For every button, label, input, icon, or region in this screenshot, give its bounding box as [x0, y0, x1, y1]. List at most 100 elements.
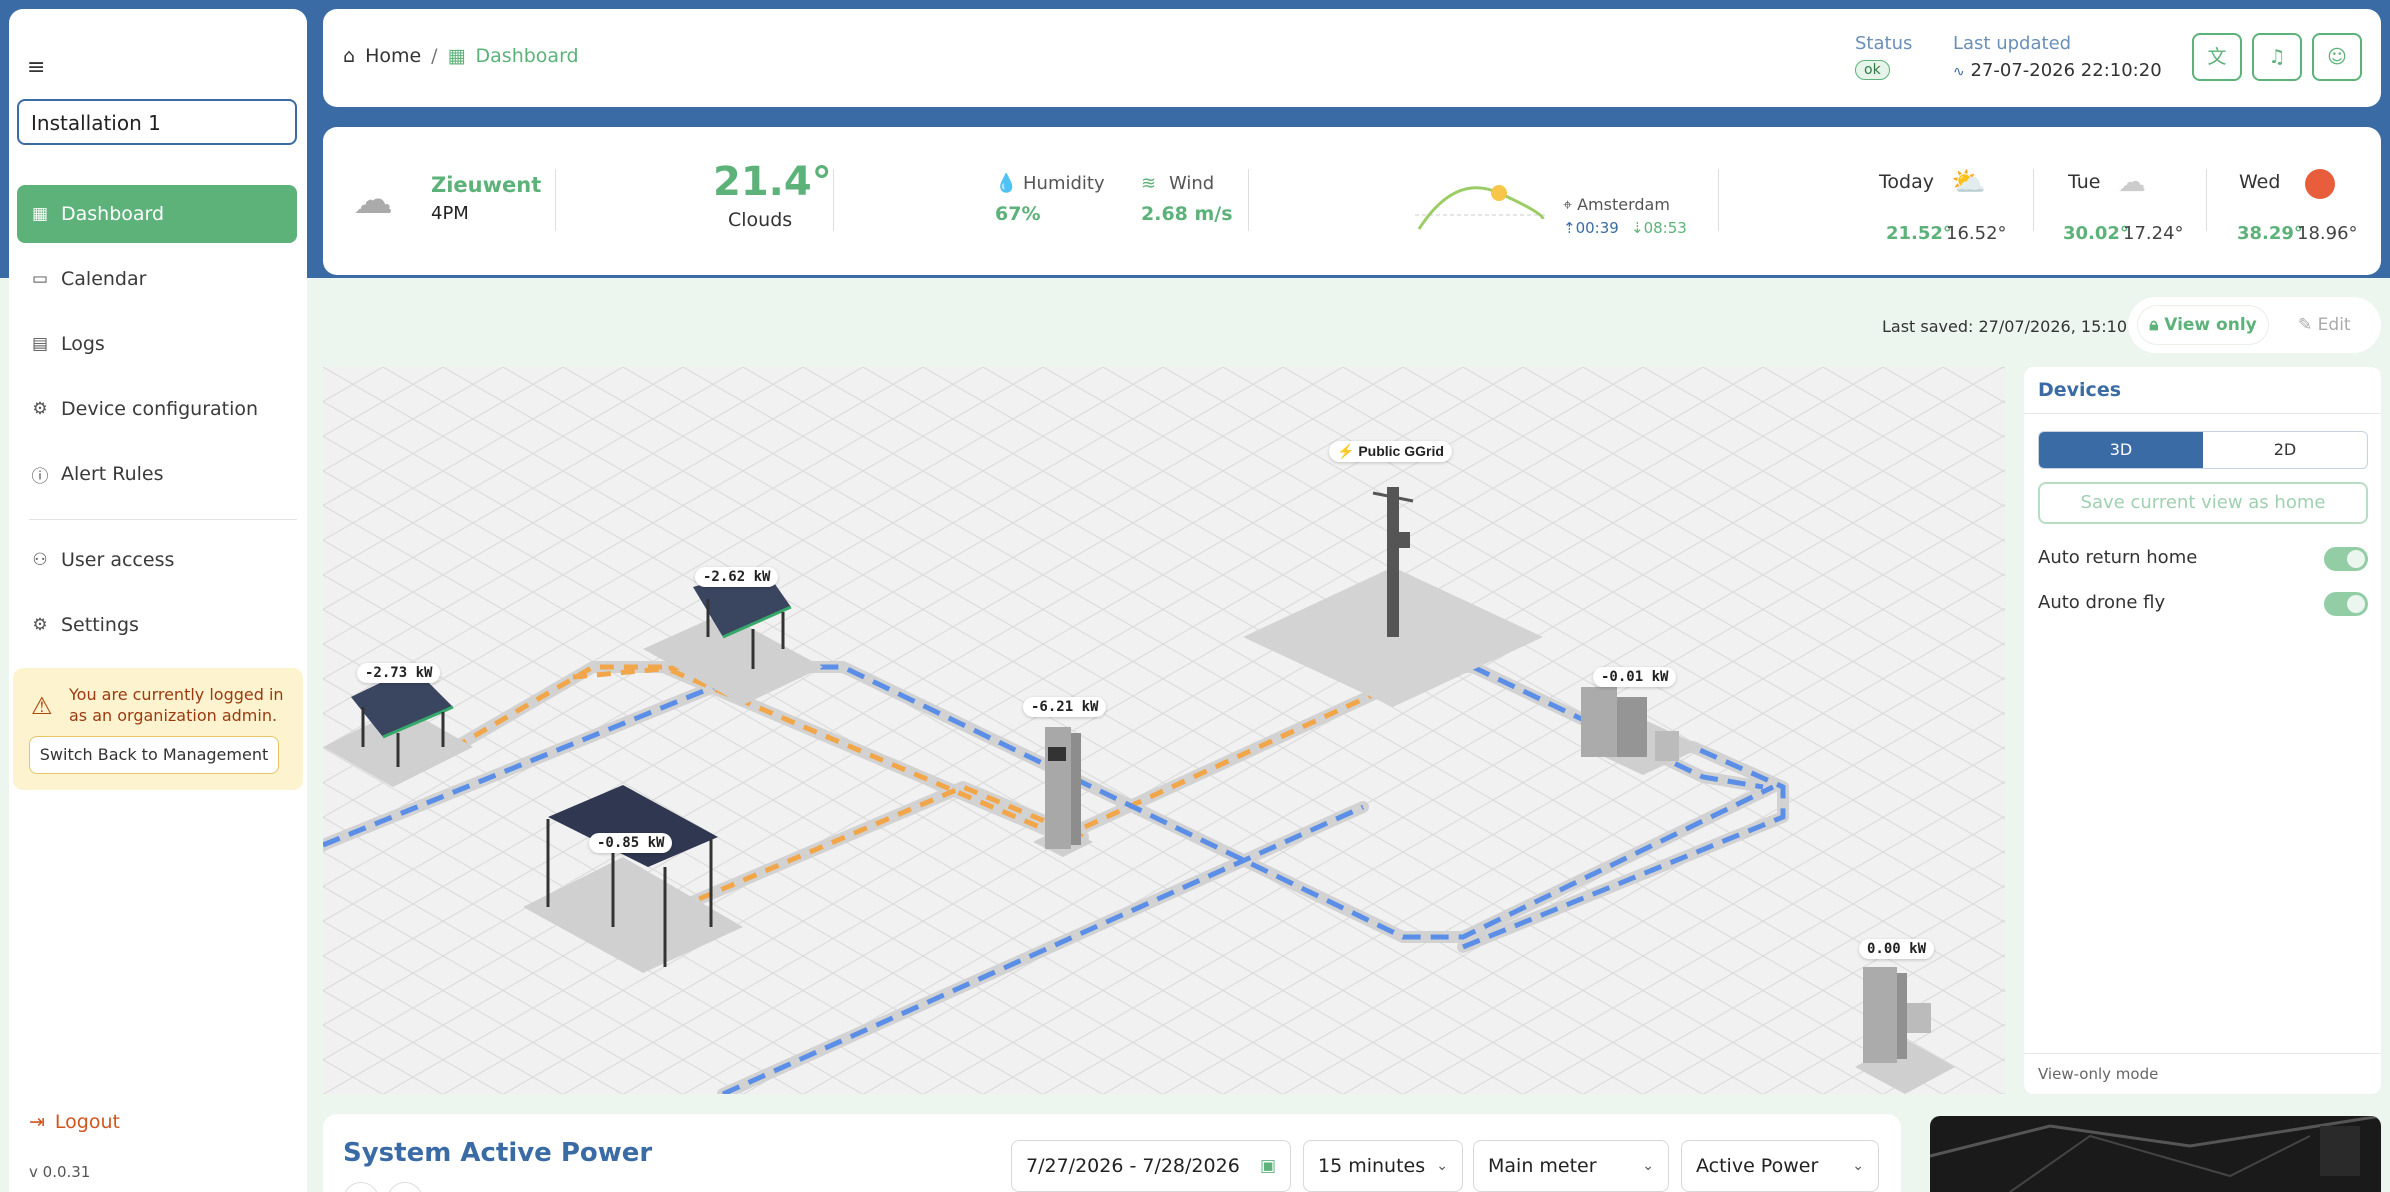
calendar-icon: ▣: [1259, 1156, 1276, 1176]
logout-icon: ⇥: [29, 1111, 45, 1133]
power-title: System Active Power: [343, 1138, 653, 1168]
interval-select[interactable]: 15 minutes ⌄: [1303, 1140, 1463, 1192]
power-label[interactable]: 0.00 kW: [1859, 939, 1935, 959]
auto-return-toggle[interactable]: [2324, 547, 2368, 571]
humidity-value: 67%: [995, 203, 1041, 225]
forecast-low: 18.96°: [2297, 223, 2358, 244]
sun-city-name: Amsterdam: [1577, 195, 1670, 214]
sun-icon: [2305, 169, 2335, 199]
sidebar-item-logs[interactable]: ▤ Logs: [17, 315, 297, 373]
breadcrumb-grid-icon: ▦: [447, 45, 466, 67]
metric-select[interactable]: Active Power ⌄: [1681, 1140, 1879, 1192]
divider: [833, 169, 834, 231]
grid-label[interactable]: ⚡ Public GGrid: [1329, 441, 1452, 462]
weather-temperature: 21.4°: [713, 159, 832, 205]
switch-back-button[interactable]: Switch Back to Management: [29, 736, 279, 774]
forecast-low: 16.52°: [1946, 223, 2007, 244]
save-home-button[interactable]: Save current view as home: [2038, 482, 2368, 524]
translate-button[interactable]: 文: [2192, 33, 2242, 81]
translate-icon: 文: [2207, 46, 2227, 68]
sidebar-item-label: User access: [61, 549, 175, 571]
humidity-label: Humidity: [1023, 173, 1105, 194]
sidebar-divider: [29, 519, 297, 520]
sidebar-item-alert-rules[interactable]: ⓘ Alert Rules: [17, 445, 297, 503]
ground-grid: [323, 367, 2005, 1094]
forecast-high: 21.52°: [1886, 223, 1952, 244]
divider: [1248, 169, 1249, 231]
breadcrumb-home[interactable]: Home: [365, 45, 421, 67]
satellite-minimap[interactable]: [1930, 1116, 2381, 1192]
divider: [2033, 169, 2034, 231]
sidebar-item-label: Dashboard: [61, 203, 165, 225]
cloud-icon: ☁: [2118, 165, 2146, 198]
mode-toggle: 🔒︎ View only ✎ Edit: [2128, 297, 2381, 353]
power-label[interactable]: -0.85 kW: [589, 833, 673, 853]
weather-time: 4PM: [431, 203, 469, 224]
notifications-button[interactable]: ♫: [2252, 33, 2302, 81]
breadcrumb-current: Dashboard: [475, 45, 579, 67]
divider: [2024, 413, 2381, 414]
3d-scene-viewport[interactable]: ⚡ Public GGrid -2.73 kW -2.62 kW -0.85 k…: [323, 367, 2005, 1094]
view-3d-button[interactable]: 3D: [2039, 432, 2203, 468]
power-label[interactable]: -2.73 kW: [357, 663, 441, 683]
view-only-button[interactable]: 🔒︎ View only: [2138, 306, 2268, 344]
divider: [1718, 169, 1719, 231]
zoom-out-button[interactable]: [343, 1182, 379, 1192]
hamburger-menu-icon[interactable]: ≡: [27, 55, 45, 80]
users-icon: ⚇: [32, 550, 48, 570]
power-label[interactable]: -6.21 kW: [1023, 697, 1107, 717]
power-label[interactable]: -2.62 kW: [695, 567, 779, 587]
last-updated-value: ∿ 27-07-2026 22:10:20: [1953, 60, 2162, 81]
sidebar-item-user-access[interactable]: ⚇ User access: [17, 531, 297, 589]
breadcrumb-separator: /: [431, 45, 438, 67]
meter-select[interactable]: Main meter ⌄: [1473, 1140, 1669, 1192]
sidebar-item-dashboard[interactable]: ▦ Dashboard: [17, 185, 297, 243]
weather-card: ☁ Zieuwent 4PM 21.4° Clouds 💧 Humidity 6…: [323, 127, 2381, 275]
auto-drone-row: Auto drone fly: [2038, 592, 2368, 616]
humidity-icon: 💧: [995, 173, 1018, 194]
user-icon: ☺: [2327, 46, 2347, 68]
admin-notice: ⚠ You are currently logged in as an orga…: [13, 668, 303, 790]
date-range-value: 7/27/2026 - 7/28/2026: [1026, 1155, 1240, 1177]
sidebar-item-device-configuration[interactable]: ⚙ Device configuration: [17, 380, 297, 438]
auto-drone-toggle[interactable]: [2324, 592, 2368, 616]
last-saved-text: Last saved: 27/07/2026, 15:10:19: [1882, 317, 2153, 336]
lock-icon: 🔒︎: [2149, 315, 2159, 335]
sidebar: ≡ Installation 1 ▦ Dashboard ▭ Calendar …: [9, 9, 307, 1192]
edit-button[interactable]: ✎ Edit: [2298, 306, 2351, 344]
sidebar-item-calendar[interactable]: ▭ Calendar: [17, 250, 297, 308]
date-range-picker[interactable]: 7/27/2026 - 7/28/2026 ▣: [1011, 1140, 1291, 1192]
sunrise-icon: ⇡: [1563, 219, 1576, 237]
wind-icon: ≋: [1141, 173, 1157, 194]
sunset-time: ⇣08:53: [1631, 219, 1687, 237]
pencil-icon: ✎: [2298, 315, 2313, 335]
pin-icon: ⌖: [1563, 195, 1573, 214]
logout-button[interactable]: ⇥ Logout: [29, 1111, 120, 1133]
power-label[interactable]: -0.01 kW: [1593, 667, 1677, 687]
status-label: Status: [1855, 33, 1913, 54]
sunset-value: 08:53: [1643, 219, 1687, 237]
sidebar-item-label: Settings: [61, 614, 139, 636]
logout-label: Logout: [54, 1111, 120, 1133]
last-updated-label: Last updated: [1953, 33, 2072, 54]
forecast-high: 30.02°: [2063, 223, 2129, 244]
cog-device-icon: ⚙: [32, 399, 48, 419]
status-badge: ok: [1855, 60, 1890, 80]
cloud-icon: ☁: [353, 177, 393, 223]
devices-panel: Devices 3D 2D Save current view as home …: [2024, 367, 2381, 1094]
divider: [555, 169, 556, 231]
auto-return-row: Auto return home: [2038, 547, 2368, 571]
calendar-icon: ▭: [31, 269, 49, 289]
profile-button[interactable]: ☺: [2312, 33, 2362, 81]
view-2d-button[interactable]: 2D: [2203, 432, 2367, 468]
sidebar-item-settings[interactable]: ⚙ Settings: [17, 596, 297, 654]
scene-graphics: [323, 367, 2005, 1094]
devices-title: Devices: [2038, 379, 2122, 401]
view-only-footer: View-only mode: [2038, 1065, 2159, 1083]
zoom-in-button[interactable]: [387, 1182, 423, 1192]
gear-icon: ⚙: [32, 615, 48, 635]
forecast-day: Tue: [2068, 171, 2101, 193]
forecast-high: 38.29°: [2237, 223, 2303, 244]
minimap-graphic: [1930, 1116, 2381, 1192]
installation-select[interactable]: Installation 1: [17, 99, 297, 145]
